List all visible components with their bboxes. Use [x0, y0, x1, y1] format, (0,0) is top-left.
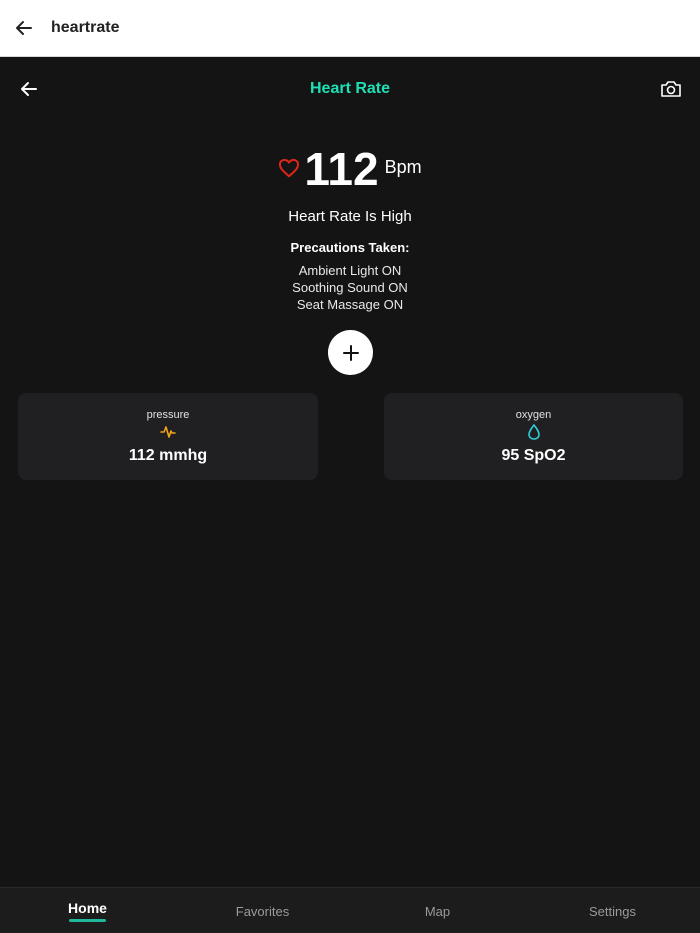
precaution-item: Seat Massage ON — [296, 297, 404, 312]
arrow-left-icon — [16, 21, 32, 35]
precautions-list: Ambient Light ON Soothing Sound ON Seat … — [0, 262, 700, 313]
nav-item-favorites[interactable]: Favorites — [175, 888, 350, 933]
camera-icon — [661, 81, 681, 97]
heart-outline-icon — [279, 158, 300, 178]
nav-item-home[interactable]: Home — [0, 888, 175, 933]
nav-item-label: Map — [424, 904, 451, 919]
plus-icon — [342, 344, 359, 361]
add-button[interactable] — [328, 330, 373, 375]
oxygen-value: 95 SpO2 — [501, 447, 566, 464]
heart-rate-status: Heart Rate Is High — [288, 208, 412, 225]
water-drop-icon — [527, 424, 540, 440]
heart-rate-unit: Bpm — [384, 157, 422, 177]
pulse-icon — [160, 426, 176, 438]
heart-rate-reading: 112 Bpm — [0, 142, 700, 196]
screen-title: Heart Rate — [309, 80, 391, 97]
oxygen-card[interactable]: oxygen 95 SpO2 — [384, 393, 683, 480]
nav-item-label: Favorites — [235, 904, 290, 919]
nav-item-settings[interactable]: Settings — [525, 888, 700, 933]
pressure-value: 112 mmhg — [128, 447, 208, 464]
app-bar: heartrate — [0, 0, 700, 57]
heart-rate-value: 112 — [304, 143, 379, 195]
heart-rate-screen: Heart Rate 112 Bpm Heart Rate Is High Pr… — [0, 58, 700, 887]
active-indicator — [69, 918, 106, 922]
pressure-label: pressure — [146, 409, 190, 421]
oxygen-label: oxygen — [515, 409, 552, 421]
precaution-item: Ambient Light ON — [298, 263, 402, 278]
pressure-card[interactable]: pressure 112 mmhg — [18, 393, 318, 480]
nav-item-label: Settings — [589, 904, 636, 919]
nav-item-label: Home — [68, 899, 107, 916]
screen-header: Heart Rate — [0, 58, 700, 118]
bottom-nav: Home Favorites Map Settings — [0, 887, 700, 933]
precaution-item: Soothing Sound ON — [292, 280, 408, 295]
app-bar-back-button[interactable] — [0, 0, 48, 57]
app-bar-title: heartrate — [51, 19, 120, 36]
nav-item-map[interactable]: Map — [350, 888, 525, 933]
camera-button[interactable] — [656, 74, 686, 104]
precautions-title: Precautions Taken: — [290, 240, 410, 255]
